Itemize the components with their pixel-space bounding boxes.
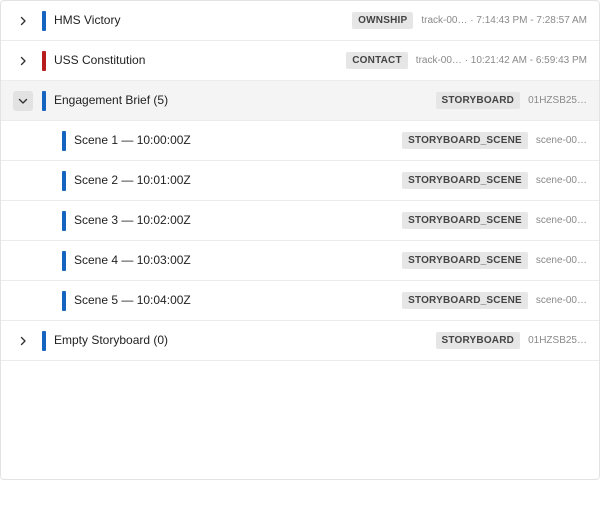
row-label[interactable]: Scene 5 — 10:04:00Z — [74, 281, 191, 320]
track-color-bar — [42, 51, 46, 71]
type-badge: STORYBOARD_SCENE — [402, 252, 528, 269]
tree-row-scene-1[interactable]: Scene 1 — 10:00:00Z STORYBOARD_SCENE sce… — [1, 121, 599, 161]
scene-id: scene-00… — [535, 175, 587, 186]
scene-color-bar — [62, 291, 66, 311]
row-meta-group: STORYBOARD_SCENE scene-00… — [402, 121, 587, 160]
row-label[interactable]: Scene 2 — 10:01:00Z — [74, 161, 191, 200]
type-badge: STORYBOARD_SCENE — [402, 292, 528, 309]
row-label[interactable]: Empty Storyboard (0) — [54, 321, 168, 360]
row-label[interactable]: HMS Victory — [54, 1, 120, 40]
tree-row-uss-constitution[interactable]: USS Constitution CONTACT track-00… · 10:… — [1, 41, 599, 81]
type-badge: STORYBOARD_SCENE — [402, 132, 528, 149]
storyboard-id: 01HZSB25… — [528, 335, 587, 346]
type-badge: STORYBOARD_SCENE — [402, 212, 528, 229]
track-meta: track-00… · 10:21:42 AM - 6:59:43 PM — [415, 55, 587, 66]
tree-row-scene-4[interactable]: Scene 4 — 10:03:00Z STORYBOARD_SCENE sce… — [1, 241, 599, 281]
scene-id: scene-00… — [535, 215, 587, 226]
tree-row-hms-victory[interactable]: HMS Victory OWNSHIP track-00… · 7:14:43 … — [1, 1, 599, 41]
type-badge: STORYBOARD — [435, 332, 521, 349]
scene-color-bar — [62, 211, 66, 231]
track-meta: track-00… · 7:14:43 PM - 7:28:57 AM — [421, 15, 587, 26]
track-color-bar — [42, 331, 46, 351]
tree-row-scene-5[interactable]: Scene 5 — 10:04:00Z STORYBOARD_SCENE sce… — [1, 281, 599, 321]
row-meta-group: CONTACT track-00… · 10:21:42 AM - 6:59:4… — [346, 41, 587, 80]
chevron-right-icon[interactable] — [13, 11, 33, 31]
chevron-down-icon[interactable] — [13, 91, 33, 111]
row-meta-group: STORYBOARD_SCENE scene-00… — [402, 161, 587, 200]
row-meta-group: STORYBOARD 01HZSB25… — [435, 81, 587, 120]
track-list-panel: HMS Victory OWNSHIP track-00… · 7:14:43 … — [0, 0, 600, 480]
row-label[interactable]: Engagement Brief (5) — [54, 81, 168, 120]
scene-id: scene-00… — [535, 255, 587, 266]
row-label[interactable]: Scene 3 — 10:02:00Z — [74, 201, 191, 240]
chevron-right-icon[interactable] — [13, 51, 33, 71]
row-meta-group: STORYBOARD_SCENE scene-00… — [402, 201, 587, 240]
type-badge: STORYBOARD — [435, 92, 521, 109]
storyboard-id: 01HZSB25… — [528, 95, 587, 106]
type-badge: STORYBOARD_SCENE — [402, 172, 528, 189]
type-badge: OWNSHIP — [352, 12, 414, 29]
tree-row-scene-3[interactable]: Scene 3 — 10:02:00Z STORYBOARD_SCENE sce… — [1, 201, 599, 241]
track-color-bar — [42, 11, 46, 31]
row-label[interactable]: USS Constitution — [54, 41, 145, 80]
scene-color-bar — [62, 171, 66, 191]
scene-color-bar — [62, 251, 66, 271]
tree-row-empty-storyboard[interactable]: Empty Storyboard (0) STORYBOARD 01HZSB25… — [1, 321, 599, 361]
row-meta-group: STORYBOARD_SCENE scene-00… — [402, 281, 587, 320]
track-color-bar — [42, 91, 46, 111]
chevron-right-icon[interactable] — [13, 331, 33, 351]
row-meta-group: OWNSHIP track-00… · 7:14:43 PM - 7:28:57… — [352, 1, 587, 40]
row-meta-group: STORYBOARD_SCENE scene-00… — [402, 241, 587, 280]
row-label[interactable]: Scene 1 — 10:00:00Z — [74, 121, 191, 160]
scene-color-bar — [62, 131, 66, 151]
tree-row-engagement-brief[interactable]: Engagement Brief (5) STORYBOARD 01HZSB25… — [1, 81, 599, 121]
row-label[interactable]: Scene 4 — 10:03:00Z — [74, 241, 191, 280]
scene-id: scene-00… — [535, 135, 587, 146]
scene-id: scene-00… — [535, 295, 587, 306]
tree-row-scene-2[interactable]: Scene 2 — 10:01:00Z STORYBOARD_SCENE sce… — [1, 161, 599, 201]
row-meta-group: STORYBOARD 01HZSB25… — [435, 321, 587, 360]
type-badge: CONTACT — [346, 52, 408, 69]
